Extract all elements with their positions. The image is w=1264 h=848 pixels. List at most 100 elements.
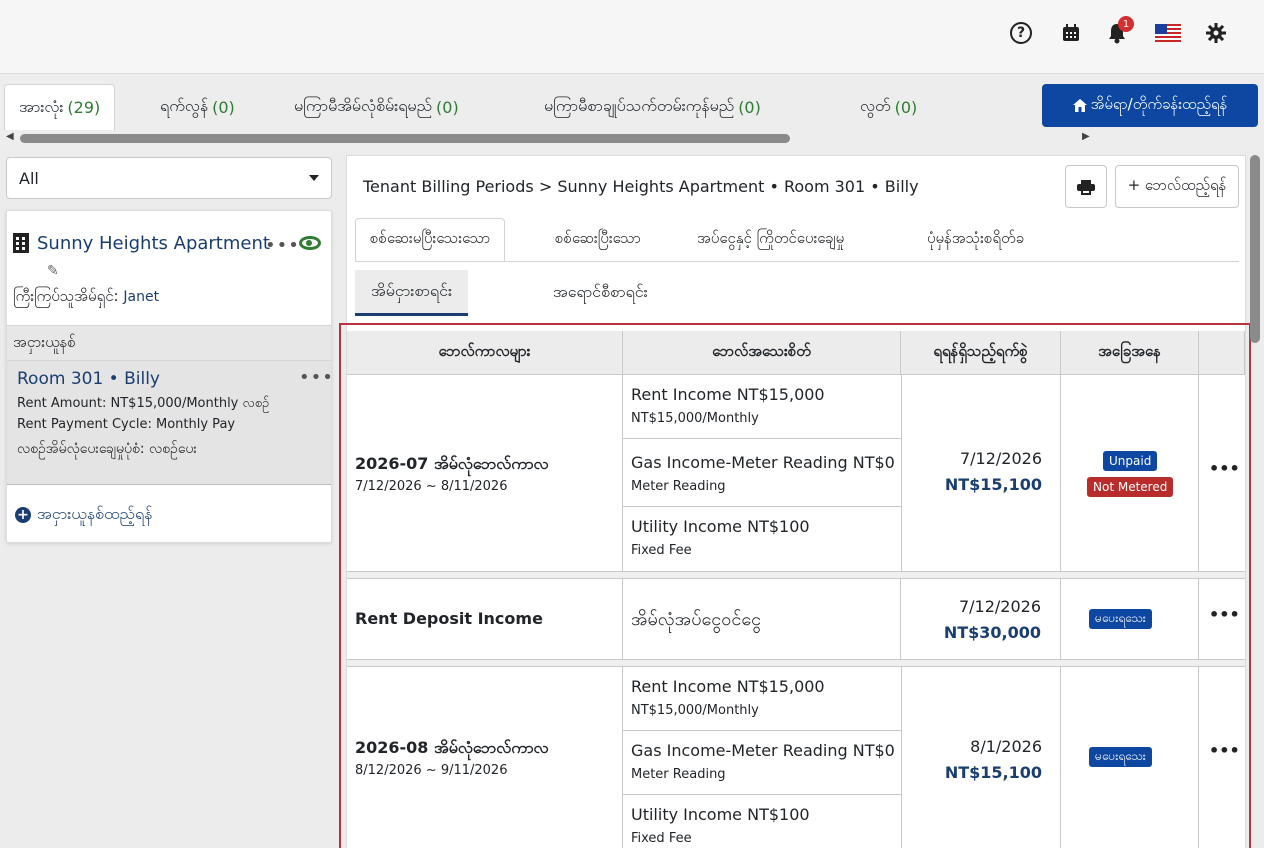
bill-item: Rent Income NT$15,000 NT$15,000/Monthly — [623, 375, 901, 439]
scroll-right-icon[interactable]: ▶ — [1082, 131, 1090, 142]
bill-item: Utility Income NT$100 Fixed Fee — [623, 507, 901, 571]
tab-contract-expiring[interactable]: မကြာမီစာချုပ်သက်တမ်းကုန်မည် (0) — [530, 84, 775, 130]
tab-count: (0) — [436, 97, 459, 117]
building-icon — [13, 233, 29, 253]
due-date: 7/12/2026 — [958, 597, 1041, 616]
tab-label: အားလုံး — [19, 96, 64, 116]
period-title: 2026-08 အိမ်လုံဘေလ်ကာလ — [355, 738, 549, 757]
table-row[interactable]: Rent Deposit Income — [347, 579, 623, 659]
scroll-left-icon[interactable]: ◀ — [6, 131, 14, 142]
bill-item: Utility Income NT$100 Fixed Fee — [623, 795, 901, 848]
vertical-scrollbar[interactable] — [1250, 155, 1260, 343]
rental-unit-item[interactable]: Room 301 • Billy ••• Rent Amount: NT$15,… — [7, 361, 331, 485]
tab-label: မကြာမီအိမ်လုံစိမ်းရမည် — [294, 96, 433, 115]
add-unit-label: အငှားယူနစ်ထည့်ရန် — [37, 504, 153, 523]
bill-item-title: Gas Income-Meter Reading NT$0 — [631, 741, 895, 760]
tab-deposit-prepayment[interactable]: အပ်ငွေနှင့် ကြိုတင်ပေးချေမှု — [683, 218, 858, 262]
tab-regular-expenses[interactable]: ပုံမှန်အသုံးစရိတ်ခ — [913, 218, 1038, 262]
bill-item: Rent Income NT$15,000 NT$15,000/Monthly — [623, 667, 901, 731]
scrollbar-thumb[interactable] — [20, 134, 790, 143]
print-button[interactable] — [1065, 165, 1107, 208]
breadcrumb-parent[interactable]: Tenant Billing Periods — [363, 177, 534, 196]
tab-label: လွတ် — [860, 96, 891, 115]
property-filter-tabs: အားလုံး (29) ရက်လွန် (0) မကြာမီအိမ်လုံစိ… — [0, 74, 1264, 150]
unit-more-icon[interactable]: ••• — [299, 367, 331, 388]
landlord-label: ကြီးကြပ်သူအိမ်ရှင်: — [13, 287, 119, 305]
row-more-icon[interactable]: ••• — [1209, 459, 1240, 478]
col-header-period: ဘေလ်ကာလများ — [347, 331, 623, 375]
bill-item-title: အိမ်လုံအပ်ငွေဝင်ငွေ — [631, 609, 762, 630]
period-title: 2026-07 အိမ်လုံဘေလ်ကာလ — [355, 454, 549, 473]
app-header: ? 1 — [0, 0, 1264, 74]
breadcrumb-separator: > — [538, 177, 553, 196]
tabs-scrollbar[interactable]: ◀ ▶ — [6, 131, 1096, 145]
row-more-icon[interactable]: ••• — [1209, 741, 1240, 760]
billing-panel: Tenant Billing Periods > Sunny Heights A… — [339, 155, 1251, 848]
bill-item-subtitle: NT$15,000/Monthly — [631, 411, 759, 426]
tab-divider — [355, 261, 1239, 262]
add-bill-button[interactable]: + ဘေလ်ထည့်ရန် — [1115, 165, 1239, 208]
period-range: 8/12/2026 ~ 9/11/2026 — [355, 763, 508, 778]
table-row[interactable]: 2026-07 အိမ်လုံဘေလ်ကာလ 7/12/2026 ~ 8/11/… — [347, 375, 623, 571]
edit-icon[interactable]: ✎ — [47, 263, 59, 279]
property-card: Sunny Heights Apartment ••• ✎ ကြီးကြပ်သူ… — [6, 210, 332, 543]
help-icon[interactable]: ? — [1008, 20, 1034, 46]
property-more-icon[interactable]: ••• — [265, 235, 300, 256]
payment-cycle: Rent Payment Cycle: Monthly Pay — [17, 417, 236, 432]
col-header-due-date: ရရန်ရှိသည့်ရက်စွဲ — [901, 331, 1061, 375]
tab-all[interactable]: အားလုံး (29) — [4, 84, 116, 130]
breadcrumb-current: Sunny Heights Apartment • Room 301 • Bil… — [557, 177, 919, 196]
us-flag-icon[interactable] — [1154, 20, 1182, 46]
plus-circle-icon: + — [15, 507, 31, 523]
tab-color-bills[interactable]: အရောင်စီစာရင်း — [537, 270, 664, 316]
chevron-down-icon — [309, 175, 319, 181]
row-divider — [347, 659, 1245, 667]
row-divider — [347, 571, 1245, 579]
bill-item-subtitle: Meter Reading — [631, 479, 726, 494]
tab-verified[interactable]: စစ်ဆေးပြီးသော — [541, 218, 655, 262]
billing-table-frame: ဘေလ်ကာလများ ဘေလ်အသေးစိတ် ရရန်ရှိသည့်ရက်စ… — [339, 323, 1251, 848]
bill-item-title: Utility Income NT$100 — [631, 517, 810, 536]
tab-vacant[interactable]: လွတ် (0) — [846, 84, 931, 130]
tab-deposit-due-soon[interactable]: မကြာမီအိမ်လုံစိမ်းရမည် (0) — [280, 84, 473, 130]
add-property-button[interactable]: အိမ်ရာ/တိုက်ခန်းထည့်ရန် — [1042, 84, 1258, 127]
tab-count: (0) — [738, 97, 761, 117]
rent-amount: Rent Amount: NT$15,000/Monthly လစဉ် — [17, 396, 270, 411]
gear-icon[interactable] — [1203, 20, 1229, 46]
add-rental-unit-button[interactable]: + အငှားယူနစ်ထည့်ရန် — [15, 503, 152, 527]
status-badge: မပေးရသေး — [1089, 609, 1152, 629]
tab-count: (29) — [67, 98, 101, 117]
unit-title: Room 301 • Billy — [17, 369, 160, 389]
bill-item-title: Utility Income NT$100 — [631, 805, 810, 824]
printer-icon — [1077, 179, 1095, 195]
calendar-icon[interactable] — [1058, 20, 1084, 46]
home-icon — [1072, 99, 1087, 112]
due-cell: 7/12/2026 NT$15,100 — [901, 375, 1061, 571]
table-row[interactable]: 2026-08 အိမ်လုံဘေလ်ကာလ 8/12/2026 ~ 9/11/… — [347, 667, 623, 848]
due-cell: 8/1/2026 NT$15,100 — [901, 667, 1061, 848]
tab-unverified[interactable]: စစ်ဆေးမပြီးသေးသော — [355, 218, 506, 262]
bill-item-subtitle: Fixed Fee — [631, 543, 692, 558]
bill-item-subtitle: NT$15,000/Monthly — [631, 703, 759, 718]
eye-icon[interactable] — [299, 236, 321, 250]
bill-item: Gas Income-Meter Reading NT$0 Meter Read… — [623, 439, 901, 507]
bell-icon[interactable]: 1 — [1104, 16, 1134, 46]
help-glyph: ? — [1010, 22, 1032, 44]
filter-selected-value: All — [19, 168, 39, 188]
col-header-actions — [1199, 331, 1245, 375]
tab-overdue[interactable]: ရက်လွန် (0) — [146, 84, 249, 130]
row-more-icon[interactable]: ••• — [1209, 605, 1240, 624]
property-filter-select[interactable]: All — [6, 157, 332, 199]
tab-label: မကြာမီစာချုပ်သက်တမ်းကုန်မည် — [544, 96, 735, 115]
period-title: Rent Deposit Income — [355, 609, 543, 628]
due-cell: 7/12/2026 NT$30,000 — [901, 579, 1061, 659]
landlord-info: ကြီးကြပ်သူအိမ်ရှင်: Janet — [13, 287, 159, 309]
tab-tenant-bills[interactable]: အိမ်ငှားစာရင်း — [355, 270, 469, 316]
status-cell: Unpaid Not Metered — [1061, 375, 1199, 571]
status-badge: မပေးရသေး — [1089, 747, 1152, 767]
status-badge: Unpaid — [1103, 451, 1158, 471]
property-name[interactable]: Sunny Heights Apartment — [37, 233, 270, 254]
deposit-pattern: လစဉ်အိမ်လုံပေးချေမှုပုံစံ: လစဉ်ပေး — [17, 441, 197, 457]
notification-count-badge: 1 — [1118, 16, 1134, 32]
bill-item-title: Gas Income-Meter Reading NT$0 — [631, 453, 895, 472]
